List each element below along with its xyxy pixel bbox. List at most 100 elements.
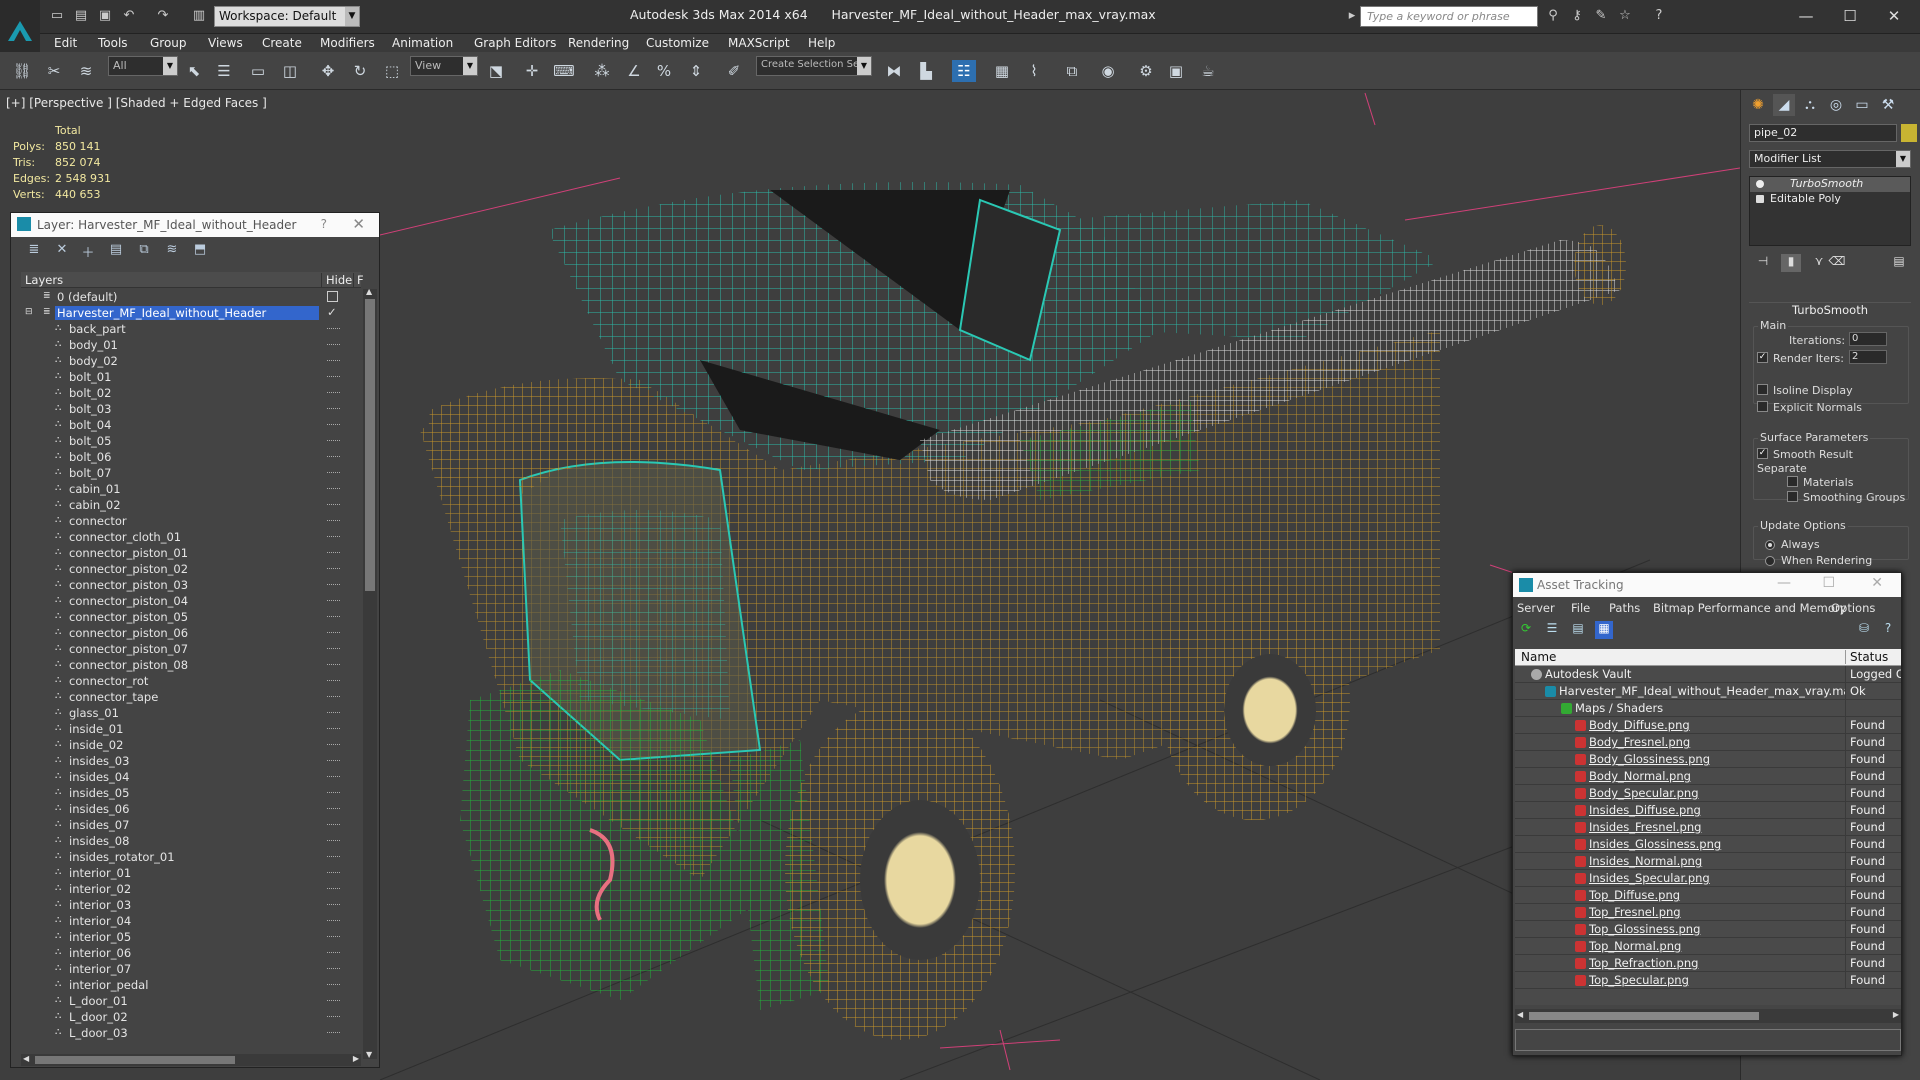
help-icon[interactable]: ? xyxy=(1650,7,1668,25)
use-pivot-icon[interactable]: ⬔ xyxy=(484,60,508,82)
hide-toggle[interactable] xyxy=(327,584,340,587)
hide-toggle[interactable] xyxy=(327,696,340,699)
collapse-icon[interactable]: ⊟ xyxy=(25,307,37,319)
select-manipulate-icon[interactable]: ✛ xyxy=(520,60,544,82)
layer-object-row[interactable]: ⛬ connector_piston_01 xyxy=(21,545,361,561)
subscription-icon[interactable]: ⚷ xyxy=(1568,7,1586,25)
material-editor-icon[interactable]: ◉ xyxy=(1096,60,1120,82)
hierarchy-tab-icon[interactable]: ⛬ xyxy=(1799,94,1821,116)
align-icon[interactable]: ▙ xyxy=(914,60,938,82)
hide-toggle[interactable] xyxy=(327,376,340,379)
layer-object-row[interactable]: ⛬ interior_03 xyxy=(21,897,361,913)
refresh-icon[interactable]: ⟳ xyxy=(1517,621,1535,639)
close-icon[interactable]: ✕ xyxy=(1871,575,1883,591)
vault-connect-icon[interactable]: ⛁ xyxy=(1855,621,1873,639)
menu-paths[interactable]: Paths xyxy=(1609,601,1640,615)
layer-object-row[interactable]: ⛬ L_door_01 xyxy=(21,993,361,1009)
layer-object-row[interactable]: ⛬ body_01 xyxy=(21,337,361,353)
hide-toggle[interactable] xyxy=(327,776,340,779)
layer-object-row[interactable]: ⛬ connector_piston_04 xyxy=(21,593,361,609)
curve-editor-icon[interactable]: ⌇ xyxy=(1022,60,1046,82)
hide-toggle[interactable] xyxy=(327,760,340,763)
asset-map-row[interactable]: Body_Fresnel.png Found xyxy=(1515,734,1901,751)
utilities-tab-icon[interactable]: ⚒ xyxy=(1877,94,1899,116)
layer-object-row[interactable]: ⛬ glass_01 xyxy=(21,705,361,721)
hide-toggle[interactable] xyxy=(327,712,340,715)
hide-toggle[interactable] xyxy=(327,968,340,971)
rendered-frame-window-icon[interactable]: ▣ xyxy=(1164,60,1188,82)
search-expand-icon[interactable]: ▸ xyxy=(1346,7,1358,25)
materials-checkbox[interactable] xyxy=(1787,476,1798,487)
object-color-swatch[interactable] xyxy=(1901,124,1917,142)
layer-object-row[interactable]: ⛬ bolt_04 xyxy=(21,417,361,433)
menu-animation[interactable]: Animation xyxy=(392,36,453,50)
asset-row-vault[interactable]: Autodesk Vault Logged Ou xyxy=(1515,666,1901,683)
menu-customize[interactable]: Customize xyxy=(646,36,709,50)
menu-help[interactable]: Help xyxy=(808,36,835,50)
edit-named-selection-icon[interactable]: ✐ xyxy=(722,60,746,82)
hide-toggle[interactable] xyxy=(327,744,340,747)
render-setup-icon[interactable]: ⚙ xyxy=(1134,60,1158,82)
motion-tab-icon[interactable]: ◎ xyxy=(1825,94,1847,116)
horizontal-scrollbar[interactable]: ◀ ▶ xyxy=(21,1054,361,1066)
layer-object-row[interactable]: ⛬ interior_02 xyxy=(21,881,361,897)
table-view-icon[interactable]: ▤ xyxy=(1569,621,1587,639)
render-iters-spinner[interactable]: 2 xyxy=(1849,350,1887,364)
col-hide[interactable]: Hide xyxy=(321,273,352,287)
layer-object-row[interactable]: ⛬ insides_05 xyxy=(21,785,361,801)
layer-object-row[interactable]: ⛬ interior_06 xyxy=(21,945,361,961)
scroll-left-icon[interactable]: ◀ xyxy=(1517,1010,1523,1019)
workspace-dropdown[interactable]: Workspace: Default ▼ xyxy=(214,6,360,27)
scroll-thumb[interactable] xyxy=(1529,1012,1759,1020)
undo-icon[interactable]: ↶ xyxy=(120,7,138,25)
stack-item-turbosmooth[interactable]: TurboSmooth xyxy=(1750,177,1910,192)
hide-toggle[interactable] xyxy=(327,792,340,795)
hide-toggle[interactable] xyxy=(327,616,340,619)
when-rendering-radio[interactable] xyxy=(1765,556,1775,566)
layer-object-row[interactable]: ⛬ connector_piston_08 xyxy=(21,657,361,673)
hide-toggle[interactable] xyxy=(327,488,340,491)
asset-map-row[interactable]: Top_Refraction.png Found xyxy=(1515,955,1901,972)
layer-object-row[interactable]: ⛬ connector_piston_02 xyxy=(21,561,361,577)
hide-toggle[interactable] xyxy=(327,840,340,843)
layer-object-row[interactable]: ⛬ cabin_02 xyxy=(21,497,361,513)
asset-row-scene-file[interactable]: Harvester_MF_Ideal_without_Header_max_vr… xyxy=(1515,683,1901,700)
layer-object-row[interactable]: ⛬ connector_rot xyxy=(21,673,361,689)
layer-object-row[interactable]: ⛬ bolt_05 xyxy=(21,433,361,449)
menu-bitmap-performance[interactable]: Bitmap Performance and Memory xyxy=(1653,601,1846,615)
layer-object-row[interactable]: ⛬ connector_piston_07 xyxy=(21,641,361,657)
asset-map-row[interactable]: Body_Normal.png Found xyxy=(1515,768,1901,785)
layer-object-row[interactable]: ⛬ cabin_01 xyxy=(21,481,361,497)
vertical-scrollbar[interactable]: ▲ ▼ xyxy=(363,287,377,1059)
menu-options[interactable]: Options xyxy=(1831,601,1875,615)
hide-toggle[interactable] xyxy=(327,472,340,475)
configure-sets-icon[interactable]: ▤ xyxy=(1889,254,1909,272)
layers-icon[interactable]: ≣ xyxy=(25,242,43,260)
grid-view-icon[interactable]: ▦ xyxy=(1595,621,1613,639)
menu-group[interactable]: Group xyxy=(150,36,187,50)
layer-object-row[interactable]: ⛬ interior_05 xyxy=(21,929,361,945)
hide-toggle[interactable] xyxy=(327,888,340,891)
layer-object-row[interactable]: ⛬ body_02 xyxy=(21,353,361,369)
layer-object-row[interactable]: ⛬ insides_06 xyxy=(21,801,361,817)
angle-snap-icon[interactable]: ∠ xyxy=(622,60,646,82)
close-icon[interactable]: ✕ xyxy=(352,215,365,233)
layer-object-row[interactable]: ⛬ connector_piston_03 xyxy=(21,577,361,593)
layer-object-row[interactable]: ⛬ inside_02 xyxy=(21,737,361,753)
smoothing-groups-checkbox[interactable] xyxy=(1787,491,1798,502)
rotate-icon[interactable]: ↻ xyxy=(348,60,372,82)
unlink-icon[interactable]: ✂ xyxy=(42,60,66,82)
hide-toggle[interactable] xyxy=(327,344,340,347)
modifier-list-dropdown[interactable]: Modifier List ▼ xyxy=(1749,150,1911,168)
maximize-button[interactable]: ☐ xyxy=(1830,4,1870,28)
asset-map-row[interactable]: Top_Fresnel.png Found xyxy=(1515,904,1901,921)
viewport-label[interactable]: [+] [Perspective ] [Shaded + Edged Faces… xyxy=(6,96,267,110)
hide-toggle[interactable] xyxy=(327,952,340,955)
maximize-icon[interactable]: ☐ xyxy=(1822,575,1835,591)
layer-object-row[interactable]: ⛬ insides_07 xyxy=(21,817,361,833)
asset-map-row[interactable]: Body_Glossiness.png Found xyxy=(1515,751,1901,768)
layer-object-row[interactable]: ⛬ insides_rotator_01 xyxy=(21,849,361,865)
hide-toggle[interactable] xyxy=(327,424,340,427)
communication-icon[interactable]: ✎ xyxy=(1592,7,1610,25)
mirror-icon[interactable]: ⧓ xyxy=(882,60,906,82)
